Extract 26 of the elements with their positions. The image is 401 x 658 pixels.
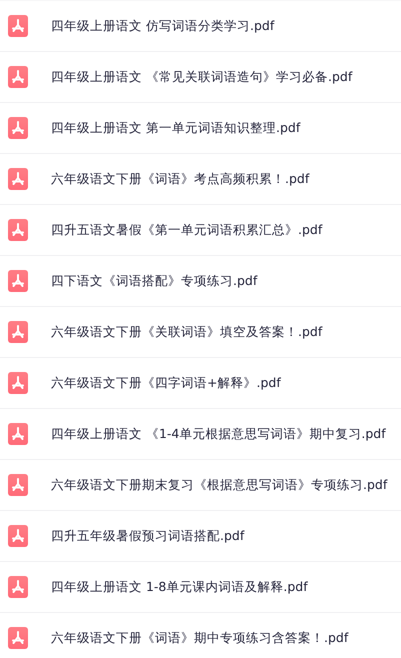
file-name[interactable]: 四升五年级暑假预习词语搭配.pdf: [51, 528, 244, 544]
pdf-icon: [8, 372, 28, 394]
pdf-icon: [8, 168, 28, 190]
file-name[interactable]: 四年级上册语文 仿写词语分类学习.pdf: [51, 18, 274, 34]
file-name[interactable]: 四下语文《词语搭配》专项练习.pdf: [51, 272, 258, 290]
file-name[interactable]: 六年级语文下册《词语》期中专项练习含答案！.pdf: [51, 630, 348, 646]
file-name[interactable]: 四年级上册语文 《1-4单元根据意思写词语》期中复习.pdf: [51, 426, 386, 442]
file-name[interactable]: 四年级上册语文 《常见关联词语造句》学习必备.pdf: [51, 68, 352, 86]
pdf-icon: [8, 423, 28, 445]
pdf-icon: [8, 270, 28, 292]
file-name[interactable]: 六年级语文下册《词语》考点高频积累！.pdf: [51, 170, 310, 188]
file-name[interactable]: 四升五语文暑假《第一单元词语积累汇总》.pdf: [51, 222, 322, 238]
file-name[interactable]: 六年级语文下册《关联词语》填空及答案！.pdf: [51, 324, 322, 340]
file-name[interactable]: 六年级语文下册《四字词语+解释》.pdf: [51, 374, 281, 392]
pdf-icon: [8, 15, 28, 37]
file-name[interactable]: 四年级上册语文 第一单元词语知识整理.pdf: [51, 120, 300, 136]
pdf-icon: [8, 117, 28, 139]
pdf-icon: [8, 66, 28, 88]
pdf-icon: [8, 474, 28, 496]
pdf-icon: [8, 321, 28, 343]
pdf-icon: [8, 627, 28, 649]
pdf-icon: [8, 576, 28, 598]
file-name[interactable]: 六年级语文下册期末复习《根据意思写词语》专项练习.pdf: [51, 476, 388, 494]
pdf-icon: [8, 219, 28, 241]
file-name[interactable]: 四年级上册语文 1-8单元课内词语及解释.pdf: [51, 578, 308, 596]
pdf-icon: [8, 525, 28, 547]
